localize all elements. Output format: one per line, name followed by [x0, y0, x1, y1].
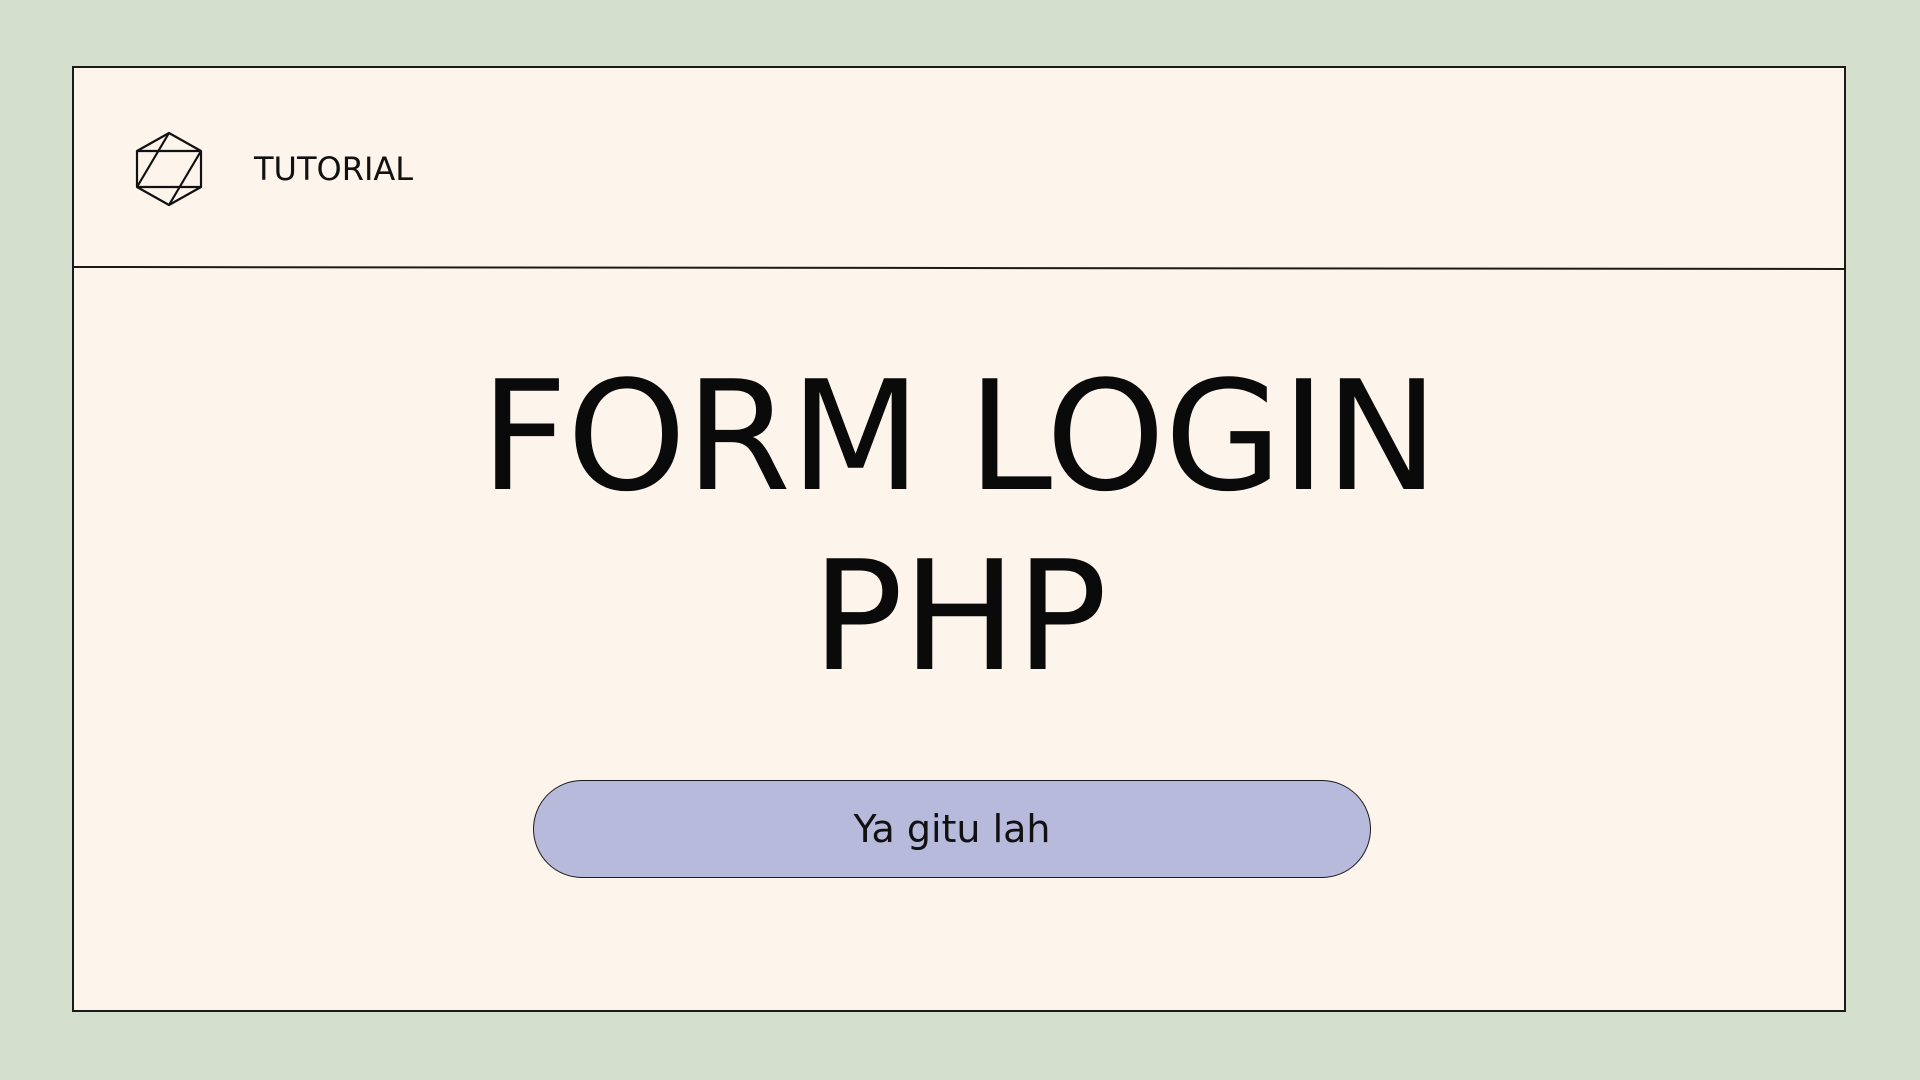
title-line-2: PHP [811, 528, 1108, 705]
title-line-1: FORM LOGIN [480, 348, 1438, 525]
pill-label: Ya gitu lah [853, 807, 1051, 851]
header-label: TUTORIAL [254, 150, 414, 188]
geometric-hexagon-icon [135, 131, 203, 207]
card-header: TUTORIAL [74, 68, 1844, 267]
slide-card: TUTORIAL FORM LOGIN PHP Ya gitu lah [72, 66, 1846, 1012]
page-title: FORM LOGIN PHP [74, 347, 1844, 707]
subtitle-pill-button[interactable]: Ya gitu lah [533, 780, 1371, 878]
